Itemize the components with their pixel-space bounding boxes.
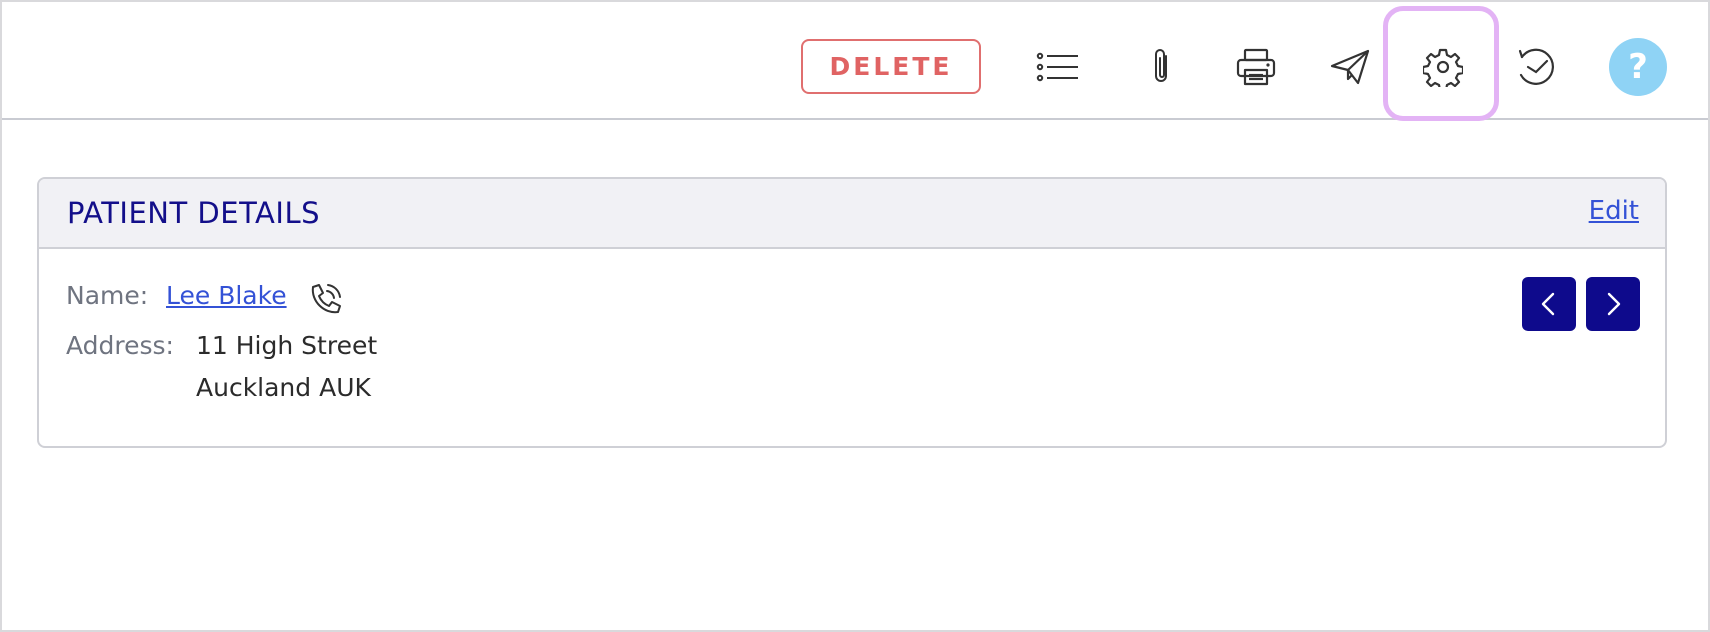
previous-button[interactable] bbox=[1522, 277, 1576, 331]
app-window: DELETE ? PATIENT DETAILS Edit Name: Lee … bbox=[0, 0, 1710, 632]
chevron-right-icon bbox=[1607, 292, 1621, 316]
patient-details-panel: PATIENT DETAILS Edit Name: Lee Blake Add… bbox=[37, 177, 1667, 448]
printer-icon[interactable] bbox=[1221, 32, 1291, 102]
address-line1: 11 High Street bbox=[196, 331, 378, 360]
list-icon[interactable] bbox=[1023, 32, 1093, 102]
address-line2: Auckland AUK bbox=[196, 373, 371, 402]
next-button[interactable] bbox=[1586, 277, 1640, 331]
panel-title: PATIENT DETAILS bbox=[67, 196, 321, 230]
history-icon[interactable] bbox=[1502, 32, 1572, 102]
help-icon: ? bbox=[1628, 47, 1648, 87]
edit-link[interactable]: Edit bbox=[1589, 196, 1639, 226]
phone-icon[interactable] bbox=[306, 281, 344, 319]
panel-header: PATIENT DETAILS Edit bbox=[39, 179, 1665, 249]
address-label: Address: bbox=[66, 331, 174, 360]
gear-icon[interactable] bbox=[1408, 32, 1478, 102]
toolbar: DELETE ? bbox=[2, 2, 1708, 121]
delete-button[interactable]: DELETE bbox=[801, 39, 981, 94]
send-icon[interactable] bbox=[1315, 32, 1385, 102]
help-button[interactable]: ? bbox=[1609, 38, 1667, 96]
patient-name-link[interactable]: Lee Blake bbox=[166, 281, 287, 310]
chevron-left-icon bbox=[1541, 292, 1555, 316]
name-label: Name: bbox=[66, 281, 149, 310]
paperclip-icon[interactable] bbox=[1127, 32, 1197, 102]
